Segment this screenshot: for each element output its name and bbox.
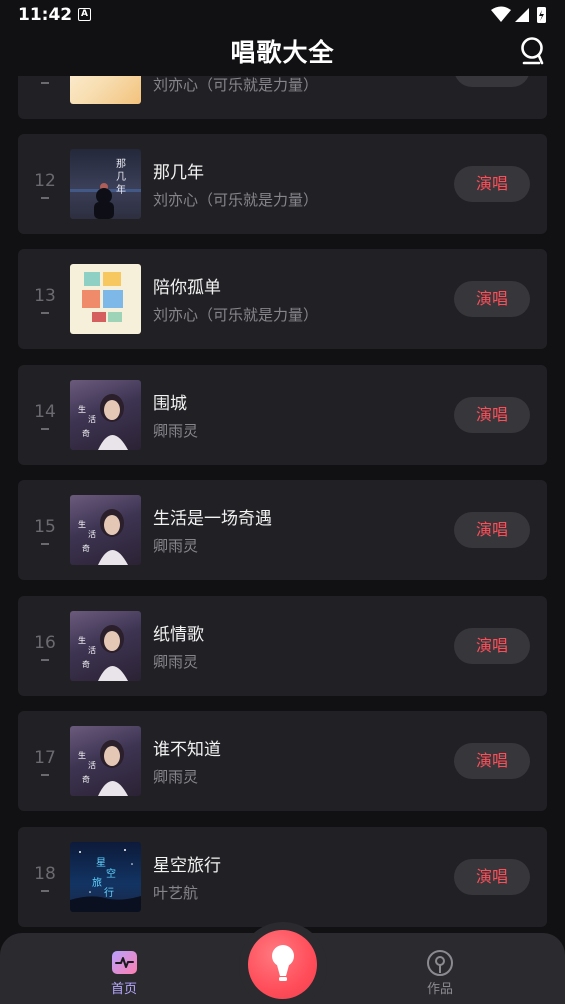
app-header: 唱歌大全 (0, 30, 565, 76)
svg-text:生: 生 (78, 750, 86, 760)
song-title: 围城 (153, 394, 187, 414)
cover-art: 生 活 奇 (78, 625, 128, 681)
sing-button[interactable]: 演唱 (454, 628, 530, 664)
system-status-icons (491, 6, 546, 23)
rank-number: 15 (34, 517, 56, 537)
cover-art: 生 活 奇 (78, 740, 128, 796)
svg-text:活: 活 (88, 414, 96, 424)
pulse-icon (112, 951, 137, 974)
song-title: 那几年 (153, 163, 204, 183)
song-cover[interactable]: 生 活 奇 (70, 380, 141, 450)
page-title: 唱歌大全 (230, 38, 335, 67)
cover-art: 生 活 奇 (78, 509, 128, 565)
svg-text:几: 几 (116, 171, 126, 183)
song-card[interactable]: 16 生 活 奇 纸情歌 卿雨灵 演唱 (18, 596, 547, 696)
song-cover[interactable]: 生 活 奇 (70, 726, 141, 796)
sing-button[interactable]: 演唱 (454, 743, 530, 779)
status-time: 11:42 (18, 5, 73, 25)
song-cover[interactable] (70, 264, 141, 334)
svg-text:空: 空 (106, 867, 116, 880)
song-title: 谁不知道 (153, 740, 221, 760)
rank-change-indicator (41, 82, 49, 84)
rank-change-indicator (41, 890, 49, 892)
song-card[interactable]: 15 生 活 奇 生活是一场奇遇 卿雨灵 演唱 (18, 480, 547, 580)
nav-works-label: 作品 (426, 982, 453, 997)
rank-change-indicator (41, 659, 49, 661)
song-card[interactable]: 13 陪你孤单 刘亦心（可乐就是力量） 演唱 (18, 249, 547, 349)
song-card[interactable]: 18 星 空 旅 行 星空旅行 叶艺航 演唱 (18, 827, 547, 927)
sing-button[interactable]: 演唱 (454, 397, 530, 433)
microphone-button[interactable] (248, 930, 317, 999)
rank-change-indicator (41, 428, 49, 430)
song-artist: 卿雨灵 (153, 768, 199, 786)
song-cover[interactable]: 星 空 旅 行 (70, 842, 141, 912)
cover-art: 那 几 年 (70, 158, 141, 219)
song-artist: 刘亦心（可乐就是力量） (153, 191, 319, 209)
song-cover[interactable]: 生 活 奇 (70, 495, 141, 565)
rank-change-indicator (41, 774, 49, 776)
rank-change-indicator (41, 197, 49, 199)
svg-text:行: 行 (104, 886, 114, 899)
rank-number: 13 (34, 286, 56, 306)
svg-text:年: 年 (116, 183, 126, 196)
svg-text:活: 活 (88, 529, 96, 539)
song-artist: 卿雨灵 (153, 422, 199, 440)
status-bar: 11:42 A (0, 0, 565, 30)
svg-text:奇: 奇 (82, 428, 90, 438)
song-artist: 卿雨灵 (153, 537, 199, 555)
song-artist: 刘亦心（可乐就是力量） (153, 306, 319, 324)
song-artist: 卿雨灵 (153, 653, 199, 671)
cover-art: 星 空 旅 行 (70, 849, 141, 912)
svg-text:活: 活 (88, 760, 96, 770)
notification-icon: A (78, 8, 91, 21)
svg-text:奇: 奇 (82, 774, 90, 784)
profile-icon[interactable] (519, 36, 547, 66)
svg-text:奇: 奇 (82, 659, 90, 669)
rank-number: 16 (34, 633, 56, 653)
cover-art (82, 272, 123, 322)
svg-text:生: 生 (78, 519, 86, 529)
svg-text:生: 生 (78, 635, 86, 645)
song-cover[interactable]: 那 几 年 (70, 149, 141, 219)
svg-text:星: 星 (96, 857, 106, 869)
nav-home[interactable]: 首页 (100, 951, 148, 997)
song-title: 星空旅行 (153, 856, 221, 876)
rank-number: 12 (34, 171, 56, 191)
song-card[interactable]: 17 生 活 奇 谁不知道 卿雨灵 演唱 (18, 711, 547, 811)
cover-text: 那 (116, 158, 126, 170)
sing-button[interactable]: 演唱 (454, 512, 530, 548)
sing-button[interactable]: 演唱 (454, 281, 530, 317)
svg-text:奇: 奇 (82, 543, 90, 553)
svg-text:生: 生 (78, 404, 86, 414)
nav-home-label: 首页 (110, 982, 137, 997)
rank-change-indicator (41, 543, 49, 545)
song-card[interactable]: 14 生 活 奇 围城 卿雨灵 演唱 (18, 365, 547, 465)
sing-button[interactable]: 演唱 (454, 859, 530, 895)
song-title: 生活是一场奇遇 (153, 509, 272, 529)
rank-number: 17 (34, 748, 56, 768)
rank-number: 14 (34, 402, 56, 422)
microphone-icon (272, 945, 294, 981)
song-title: 纸情歌 (153, 625, 204, 645)
song-card[interactable]: 12 那 几 年 那几年 刘亦心（可乐就是力量） 演唱 (18, 134, 547, 234)
svg-text:旅: 旅 (92, 876, 102, 889)
song-artist: 叶艺航 (153, 884, 199, 902)
works-icon (427, 950, 453, 976)
svg-text:活: 活 (88, 645, 96, 655)
sing-button[interactable]: 演唱 (454, 166, 530, 202)
song-title: 陪你孤单 (153, 278, 221, 298)
song-list[interactable]: 11 刘亦心（可乐就是力量） 演唱 12 那 几 年 那几年 刘亦心（可乐就是力… (0, 0, 565, 1004)
rank-number: 18 (34, 864, 56, 884)
rank-change-indicator (41, 312, 49, 314)
wifi-icon (491, 6, 511, 22)
signal-icon (515, 8, 529, 22)
cover-art: 生 活 奇 (78, 394, 128, 450)
song-artist: 刘亦心（可乐就是力量） (153, 76, 319, 94)
song-cover[interactable]: 生 活 奇 (70, 611, 141, 681)
nav-works[interactable]: 作品 (416, 949, 464, 997)
